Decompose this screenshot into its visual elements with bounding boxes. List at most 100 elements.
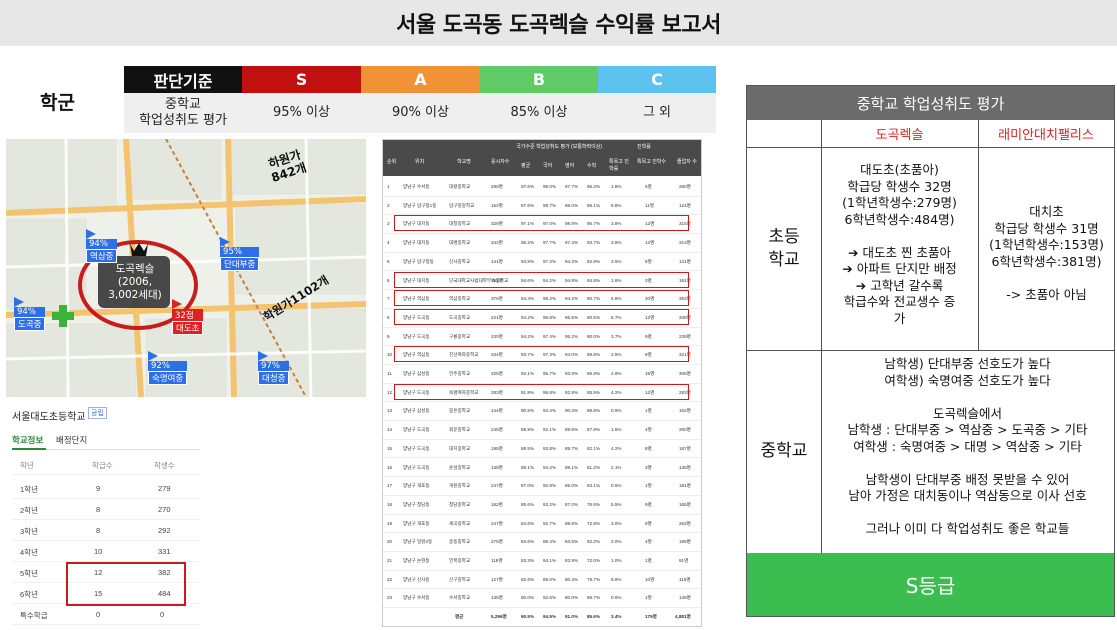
table-cell: 3명 — [645, 464, 652, 470]
table-cell: 13 — [387, 408, 393, 414]
table-cell: 12명 — [645, 240, 655, 246]
table-cell: 97.7% — [543, 240, 557, 246]
table-cell: 334명 — [491, 352, 503, 358]
table-cell: 85.6% — [521, 501, 535, 507]
table-cell: 260명 — [679, 184, 691, 189]
table-cell: 80.3% — [565, 576, 579, 582]
row-classes: 0 — [96, 610, 101, 619]
tab-active-indicator — [12, 448, 46, 450]
row-grade: 3학년 — [20, 527, 38, 536]
table-cell: 95.7% — [587, 221, 601, 227]
table-cell: 208명 — [679, 314, 691, 320]
table-cell: 97.0% — [543, 221, 557, 227]
table-cell: 87.0% — [521, 483, 535, 489]
table-cell: 93.9% — [565, 371, 579, 376]
table-cell: 9 — [387, 333, 390, 339]
table-row: 5 양남구 압구정동 신사중학교 141명 94.8% 97.2% 94.3% 92.9% 3.… — [383, 252, 701, 272]
table-cell: 18 — [387, 501, 393, 507]
table-cell: 165명 — [679, 501, 691, 507]
table-cell: 3.8% — [611, 240, 622, 246]
table-cell: 81.2% — [587, 464, 601, 470]
table-cell: 94.2% — [543, 277, 557, 283]
col-dogok-lexle: 도곡렉슬 — [821, 120, 979, 148]
table-row: 18 양남구 청담동 청담중학교 162명 85.6% 93.2% 87.0% 76.6% 5.… — [383, 495, 701, 515]
table-row: 22 양남구 신사동 신구중학교 127명 82.6% 89.0% 80.3% 78.7% 8.… — [383, 570, 701, 590]
table-cell: 세곡중학교 — [449, 520, 471, 526]
table-cell: 20 — [387, 539, 393, 545]
table-cell: 97.3% — [543, 352, 557, 358]
row-classes: 9 — [96, 484, 101, 493]
table-cell: 89.7% — [565, 445, 579, 451]
table-cell: 양남구 역삼동 — [403, 296, 430, 302]
map-marker[interactable]: 32점 대도초 — [172, 299, 204, 335]
table-cell: 1.8% — [611, 184, 622, 189]
table-cell: 1.5% — [611, 427, 622, 433]
table-cell: 89.4% — [543, 539, 557, 545]
table-cell: 수서중학교 — [449, 595, 471, 601]
table-cell: 313명 — [679, 240, 691, 246]
table-cell: 86.8% — [587, 371, 601, 376]
table-cell: 12명 — [645, 221, 655, 227]
table-cell: 4.2% — [611, 445, 622, 451]
table-row: 11 양남구 삼성동 언주중학교 325명 92.1% 95.7% 93.9% 86.8% 4.… — [383, 364, 701, 384]
table-cell: 양남구 도곡동 — [403, 445, 430, 451]
map-marker[interactable]: 94% 도곡중 — [14, 297, 46, 331]
table-cell: 양남구 개포동 — [403, 483, 430, 489]
table-cell: 2.8% — [611, 352, 622, 358]
table-cell: 94.2% — [565, 296, 579, 302]
table-cell: 89.9% — [521, 427, 535, 433]
table-row: 16 양남구 도곡동 윤성중학교 138명 88.1% 94.2% 89.1% 81.2% 2.… — [383, 458, 701, 478]
table-row: 특수학급 0 0 — [12, 604, 200, 625]
map-marker[interactable]: 94% 역삼중 — [86, 229, 118, 263]
table-cell: 1 — [387, 184, 390, 189]
complex-label: 도곡렉슬 (2006, 3,002세대) — [108, 263, 162, 302]
table-cell: 23 — [387, 595, 393, 601]
table-cell: 135명 — [491, 595, 503, 601]
table-cell: 87.0% — [565, 501, 579, 507]
header-cell: 순위 — [387, 159, 397, 165]
page-title: 서울 도곡동 도곡렉슬 수익률 보고서 — [396, 13, 721, 38]
table-row: 1 양남구 수서동 대왕중학교 290명 97.6% 99.0% 97.7% 96.2% 1.8… — [383, 177, 701, 197]
table-cell: 343명 — [491, 240, 503, 246]
grade-a-value: 90% 이상 — [361, 93, 480, 133]
table-cell: 역삼중학교 — [449, 296, 471, 302]
table-cell: 89.0% — [543, 576, 557, 582]
tab-school-info[interactable]: 학교정보 — [12, 434, 43, 446]
table-cell: 66.7% — [587, 595, 601, 601]
map-marker[interactable]: 92% 숙명여중 — [148, 351, 188, 385]
table-cell: 97.4% — [565, 240, 579, 246]
table-cell: 80.0% — [521, 595, 535, 601]
table-cell: 양남구 도곡동 — [403, 389, 430, 395]
table-row: 6 양남구 대치동 단국대학교사범대학부속중학교 191명 94.6% 94.2% 94.8… — [383, 271, 701, 291]
map-marker[interactable]: 97% 대청중 — [258, 351, 290, 385]
table-cell: 83.5% — [565, 539, 579, 545]
table-cell: 2 — [387, 202, 390, 208]
table-cell: 199명 — [679, 539, 691, 545]
table-cell: 92.1% — [521, 371, 535, 376]
middle-school-label: 중학교 — [747, 350, 822, 553]
table-cell: 양남구 수서동 — [403, 184, 430, 189]
table-cell: 230명 — [491, 333, 503, 339]
table-row: 10 양남구 역삼동 진선여자중학교 334명 93.7% 97.3% 94.0% 89.8%… — [383, 345, 701, 365]
table-cell: 10명 — [645, 576, 655, 582]
table-cell: 94.8% — [521, 258, 535, 264]
map-marker[interactable]: 95% 단대부중 — [220, 237, 260, 271]
table-cell: 115명 — [679, 576, 691, 582]
grade-a-header: A — [361, 66, 480, 93]
table-cell: 94.1% — [543, 558, 557, 563]
col-classes: 학급수 — [92, 461, 113, 470]
marker-name: 역삼중 — [86, 249, 118, 263]
table-cell: 1명 — [645, 558, 652, 563]
table-cell: 97.6% — [521, 184, 535, 189]
table-cell: 138명 — [491, 464, 503, 470]
table-cell: 1명 — [645, 408, 652, 414]
table-row: 12 양남구 도곡동 숙명여자중학교 283명 91.8% 96.8% 92.9% 85.9%… — [383, 383, 701, 403]
table-cell: 개원중학교 — [449, 483, 471, 489]
table-cell: 76.6% — [587, 501, 601, 507]
tab-assigned-complexes[interactable]: 배정단지 — [56, 434, 87, 446]
table-cell: 93.7% — [521, 352, 535, 358]
table-cell: 9명 — [645, 352, 652, 358]
table-cell: 양남구 역삼동 — [403, 352, 430, 358]
table-cell: 78.7% — [587, 576, 601, 582]
table-cell: 93.8% — [543, 445, 557, 451]
